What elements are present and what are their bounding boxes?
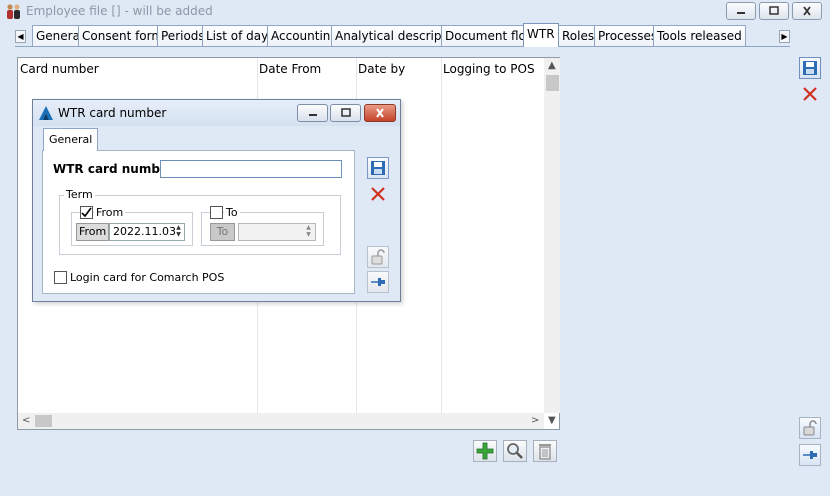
- column-logging-to-pos[interactable]: Logging to POS: [443, 62, 535, 76]
- add-icon: [476, 442, 494, 460]
- column-date-by[interactable]: Date by: [358, 62, 405, 76]
- from-date-value: 2022.11.03: [113, 225, 176, 238]
- vertical-scrollbar[interactable]: [544, 58, 560, 413]
- minimize-icon: [308, 114, 317, 116]
- dialog-close-button[interactable]: [364, 104, 396, 122]
- delete-icon: [539, 444, 551, 460]
- dialog-save-button[interactable]: [367, 157, 389, 179]
- minimize-icon: [737, 12, 745, 14]
- horizontal-scrollbar[interactable]: [18, 413, 544, 429]
- delete-button[interactable]: [533, 440, 557, 462]
- scroll-down-icon[interactable]: ▼: [548, 415, 556, 427]
- close-icon: [376, 108, 384, 118]
- pin-icon: [371, 278, 385, 286]
- employee-icon: [5, 3, 23, 21]
- from-date-button[interactable]: From: [76, 223, 110, 241]
- dialog-minimize-button[interactable]: [297, 104, 328, 122]
- login-card-label: Login card for Comarch POS: [70, 271, 225, 284]
- scroll-up-icon[interactable]: ▲: [548, 60, 556, 72]
- wtr-card-dialog[interactable]: WTR card number General WTR card number:…: [32, 99, 401, 302]
- dialog-tab-general[interactable]: General: [43, 128, 99, 151]
- tab-periods[interactable]: Periods: [157, 25, 209, 46]
- add-button[interactable]: [473, 440, 497, 462]
- dialog-maximize-button[interactable]: [330, 104, 361, 122]
- tab-divider: [15, 46, 790, 47]
- app-logo-icon: [38, 105, 54, 124]
- tabs-scroll-right-icon[interactable]: ▶: [779, 30, 790, 43]
- term-group-title: Term: [64, 188, 95, 201]
- save-icon: [371, 161, 385, 175]
- save-icon: [803, 61, 817, 75]
- maximize-icon: [769, 6, 779, 15]
- cancel-button[interactable]: [799, 83, 821, 105]
- minimize-button[interactable]: [726, 2, 756, 20]
- scroll-right-icon[interactable]: >: [531, 415, 539, 427]
- dialog-general-panel: WTR card number: Term From From 2022.11.…: [42, 150, 355, 294]
- vertical-scroll-thumb[interactable]: [546, 75, 559, 91]
- tab-processes[interactable]: Processes: [594, 25, 662, 46]
- cancel-icon: [803, 87, 817, 101]
- maximize-button[interactable]: [759, 2, 789, 20]
- column-card-number[interactable]: Card number: [20, 62, 99, 76]
- to-checkbox[interactable]: [210, 206, 223, 219]
- from-date-spinner-icon[interactable]: ▲ ▼: [173, 224, 184, 240]
- close-icon: [803, 6, 811, 16]
- cancel-icon: [371, 187, 385, 201]
- from-checkbox[interactable]: [80, 206, 93, 219]
- maximize-icon: [340, 108, 351, 117]
- dialog-pin-button[interactable]: [367, 271, 389, 293]
- search-icon: [507, 443, 523, 459]
- check-icon: [81, 207, 92, 218]
- to-date-spinner-icon[interactable]: ▲ ▼: [303, 224, 314, 240]
- tab-tools-released[interactable]: Tools released: [653, 25, 746, 46]
- to-label: To: [224, 206, 240, 219]
- search-button[interactable]: [503, 440, 527, 462]
- tab-wtr[interactable]: WTR: [523, 23, 559, 47]
- dialog-cancel-button[interactable]: [367, 183, 389, 205]
- to-date-button[interactable]: To: [210, 223, 235, 241]
- pin-button[interactable]: [799, 444, 821, 466]
- lock-icon: [803, 420, 817, 436]
- tab-roles[interactable]: Roles: [558, 25, 599, 46]
- login-card-checkbox[interactable]: [54, 271, 67, 284]
- dialog-title: WTR card number: [58, 106, 167, 120]
- window-title: Employee file [] - will be added: [26, 4, 213, 18]
- lock-button[interactable]: [799, 417, 821, 439]
- lock-icon: [371, 249, 385, 265]
- from-label: From: [94, 206, 126, 219]
- tabs-scroll-left-icon[interactable]: ◀: [15, 30, 26, 43]
- close-window-button[interactable]: [792, 2, 822, 20]
- column-date-from[interactable]: Date From: [259, 62, 321, 76]
- dialog-lock-button[interactable]: [367, 246, 389, 268]
- wtr-card-number-input[interactable]: [160, 160, 342, 178]
- column-divider: [441, 58, 442, 413]
- scroll-left-icon[interactable]: <: [22, 415, 30, 427]
- pin-icon: [803, 451, 817, 459]
- horizontal-scroll-thumb[interactable]: [35, 415, 52, 427]
- save-button[interactable]: [799, 57, 821, 79]
